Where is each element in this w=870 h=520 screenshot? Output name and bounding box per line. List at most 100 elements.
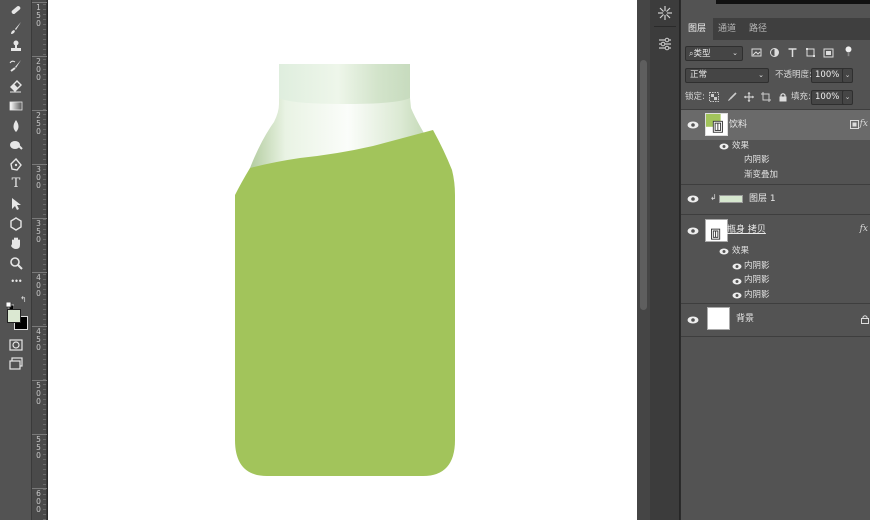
effects-visibility-eye-icon[interactable] (719, 143, 729, 150)
foreground-color-swatch[interactable] (7, 309, 21, 323)
fx-icon[interactable]: fx (860, 119, 868, 129)
zoom-icon[interactable] (6, 255, 26, 271)
canvas-scrollbar[interactable] (637, 0, 650, 520)
effect-item[interactable]: 内阴影 (744, 289, 770, 301)
path-selection-icon[interactable] (6, 196, 26, 212)
gradient-icon[interactable] (6, 98, 26, 114)
ruler-label: 550 (36, 435, 41, 460)
fill-label: 填充: (791, 92, 811, 102)
opacity-dropdown-button[interactable]: ⌄ (842, 68, 853, 83)
ruler-label: 350 (36, 219, 41, 244)
blend-mode-select[interactable]: 正常 ⌄ (685, 68, 769, 83)
lock-transparent-icon[interactable] (709, 92, 719, 102)
effects-label: 效果 (732, 246, 750, 256)
screen-mode-icon[interactable] (6, 356, 26, 372)
eraser-icon[interactable] (6, 78, 26, 94)
hand-icon[interactable] (6, 235, 26, 251)
scrollbar-thumb[interactable] (640, 60, 647, 310)
default-colors-icon[interactable] (5, 295, 15, 311)
effects-label: 效果 (732, 141, 750, 151)
effect-item[interactable]: 内阴影 (744, 274, 770, 286)
more-tools-icon[interactable]: ••• (6, 274, 26, 290)
layer-thumbnail[interactable] (719, 195, 743, 203)
history-brush-icon[interactable] (6, 58, 26, 74)
layer-thumbnail[interactable] (707, 307, 730, 330)
visibility-eye-icon[interactable] (687, 121, 699, 129)
swap-colors-icon[interactable]: ↰ (20, 295, 29, 304)
filter-label: 类型 (693, 49, 711, 59)
shape-filter-icon[interactable] (805, 47, 816, 58)
ruler-label: 450 (36, 327, 41, 352)
layer-effects-bottle-copy: 效果 内阴影 内阴影 内阴影 (681, 245, 870, 303)
type-filter-icon[interactable] (787, 47, 798, 58)
pen-icon[interactable] (6, 157, 26, 173)
lock-all-icon[interactable] (778, 92, 788, 102)
document-canvas[interactable] (48, 0, 637, 520)
shape-icon[interactable] (6, 216, 26, 232)
layer-name[interactable]: 背景 (736, 313, 754, 325)
lock-paint-icon[interactable] (727, 92, 737, 102)
layer-effects-drink: 效果 内阴影 渐变叠加 (681, 140, 870, 184)
visibility-eye-icon[interactable] (687, 227, 699, 235)
tools-panel: T ••• ↰ (0, 0, 32, 520)
visibility-eye-icon[interactable] (687, 195, 699, 203)
opacity-label: 不透明度: (775, 70, 812, 80)
layer-row-background[interactable]: 背景 (681, 304, 870, 336)
pixel-filter-icon[interactable] (751, 47, 762, 58)
chevron-down-icon: ⌄ (758, 71, 764, 79)
panel-top-strip (716, 0, 870, 4)
ruler-label: 400 (36, 273, 41, 298)
effects-visibility-eye-icon[interactable] (719, 248, 729, 255)
chevron-down-icon: ⌄ (732, 49, 738, 57)
tab-channels[interactable]: 通道 (711, 18, 743, 40)
tab-paths[interactable]: 路径 (742, 18, 774, 40)
quick-mask-icon[interactable] (6, 337, 26, 353)
brush-icon[interactable] (6, 20, 26, 36)
vertical-ruler: 150 200 250 300 350 400 450 500 550 600 (32, 0, 47, 520)
effect-item[interactable]: 内阴影 (744, 154, 770, 166)
ruler-label: 250 (36, 111, 41, 136)
blur-icon[interactable] (6, 118, 26, 134)
clone-stamp-icon[interactable] (6, 38, 26, 54)
effect-visibility-eye-icon[interactable] (732, 263, 742, 270)
lock-fill-row: 锁定: 填充: 100% ⌄ (685, 90, 865, 105)
fx-icon[interactable]: fx (860, 224, 868, 234)
ruler-label: 150 (36, 3, 41, 28)
brush-settings-icon[interactable] (656, 4, 674, 22)
bottle-liquid (235, 130, 455, 476)
panel-dock (650, 0, 680, 520)
effect-item[interactable]: 渐变叠加 (744, 169, 778, 181)
layer-thumbnail[interactable] (705, 219, 728, 242)
effect-visibility-eye-icon[interactable] (732, 292, 742, 299)
bottle-cap (279, 64, 410, 106)
layer-row-drink[interactable]: 饮料 fx (681, 110, 870, 140)
layer-name[interactable]: 瓶身 拷贝 (727, 224, 766, 236)
layer-filter-row: ⌕类型 ⌄ (685, 46, 865, 61)
layer-name[interactable]: 图层 1 (749, 193, 776, 205)
tab-layers[interactable]: 图层 (681, 18, 714, 40)
adjustments-icon[interactable] (656, 35, 674, 53)
blend-mode-value: 正常 (690, 70, 708, 80)
ruler-label: 300 (36, 165, 41, 190)
panel-tabs: 图层 通道 路径 (681, 18, 870, 40)
layer-name[interactable]: 饮料 (729, 119, 747, 131)
lock-label: 锁定: (685, 92, 705, 102)
layer-row-layer-1[interactable]: ↲ 图层 1 (681, 185, 870, 214)
visibility-eye-icon[interactable] (687, 316, 699, 324)
lock-position-icon[interactable] (744, 92, 754, 102)
dodge-icon[interactable] (6, 137, 26, 153)
fill-dropdown-button[interactable]: ⌄ (842, 90, 853, 105)
layer-filter-select[interactable]: ⌕类型 ⌄ (685, 46, 743, 61)
effect-item[interactable]: 内阴影 (744, 260, 770, 272)
smart-object-badge-icon (850, 120, 859, 129)
layer-row-bottle-copy[interactable]: 瓶身 拷贝 fx (681, 215, 870, 247)
type-tool[interactable]: T (6, 176, 26, 192)
layer-thumbnail[interactable] (705, 113, 728, 136)
ruler-label: 600 (36, 489, 41, 514)
healing-brush-icon[interactable] (6, 2, 26, 18)
lock-artboard-icon[interactable] (761, 92, 771, 102)
filter-toggle-icon[interactable] (843, 46, 854, 57)
smart-object-filter-icon[interactable] (823, 47, 834, 58)
effect-visibility-eye-icon[interactable] (732, 278, 742, 285)
adjustment-filter-icon[interactable] (769, 47, 780, 58)
